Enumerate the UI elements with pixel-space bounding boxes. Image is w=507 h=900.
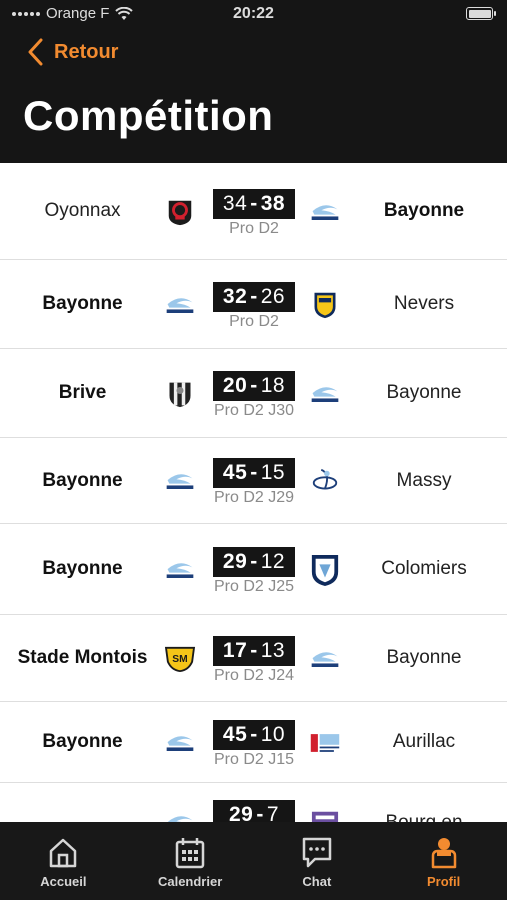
home-team-name: Bayonne [42, 469, 123, 491]
tab-calendrier[interactable]: Calendrier [127, 822, 254, 900]
home-score: 45 [222, 461, 248, 484]
status-bar: Orange F 20:22 [0, 0, 507, 30]
match-list: Oyonnax 34-38 Pro D2 Bayonne Bayonne 32-26 Pro… [0, 163, 507, 863]
status-time: 20:22 [233, 5, 274, 22]
away-team-name: Bayonne [386, 647, 462, 668]
home-team-name: Oyonnax [44, 200, 121, 221]
bayonne-logo-icon [309, 196, 341, 228]
tab-label: Chat [302, 874, 332, 889]
score-separator: - [250, 461, 258, 484]
competition-label: Pro D2 J29 [213, 489, 295, 506]
score-box: 45-15 [213, 458, 295, 488]
competition-label: Pro D2 J30 [213, 402, 295, 419]
home-icon [50, 838, 77, 868]
stade-montois-logo-icon: SM [164, 643, 196, 675]
away-team-name: Aurillac [392, 731, 456, 752]
home-team-name: Stade Montois [17, 647, 148, 668]
home-score: 17 [222, 639, 248, 662]
home-team-name: Bayonne [42, 731, 123, 752]
tab-chat[interactable]: Chat [254, 822, 381, 900]
score-box: 32-26 [213, 282, 295, 312]
score-separator: - [250, 192, 258, 215]
chevron-left-icon [28, 38, 43, 66]
away-team-name: Colomiers [381, 558, 467, 579]
tab-accueil[interactable]: Accueil [0, 822, 127, 900]
score-box: 17-13 [213, 636, 295, 666]
brive-logo-icon [164, 378, 196, 410]
match-row[interactable]: Brive 20-18 Pro D2 J30 Bayonne [0, 349, 507, 438]
home-score: 29 [222, 550, 248, 573]
competition-label: Pro D2 [229, 313, 279, 330]
bayonne-logo-icon [309, 378, 341, 410]
bayonne-logo-icon [309, 643, 341, 675]
away-score: 26 [260, 285, 286, 308]
away-team-name: Bayonne [383, 200, 465, 221]
chat-icon [302, 837, 332, 868]
tab-profil[interactable]: Profil [380, 822, 507, 900]
score-box: 29-12 [213, 547, 295, 577]
away-team-name: Massy [396, 469, 452, 491]
score-box: 20-18 [213, 371, 295, 401]
oyonnax-logo-icon [164, 196, 196, 228]
away-score: 38 [260, 192, 286, 215]
away-score: 13 [260, 639, 286, 662]
back-button[interactable]: Retour [26, 38, 118, 66]
away-team-name: Nevers [393, 293, 455, 314]
back-label: Retour [54, 40, 119, 63]
score-separator: - [250, 550, 258, 573]
page-title: Compétition [23, 92, 274, 139]
tab-label: Accueil [40, 874, 87, 889]
home-team-name: Bayonne [42, 293, 123, 314]
profile-icon [431, 838, 456, 869]
tab-label: Profil [427, 874, 461, 889]
bayonne-logo-icon [164, 554, 196, 586]
header: Orange F 20:22 Retour Compétition [0, 0, 507, 163]
colomiers-logo-icon [309, 554, 341, 586]
tab-label: Calendrier [157, 874, 223, 889]
home-score: 45 [222, 723, 248, 746]
battery-icon [466, 7, 496, 20]
aurillac-logo-icon [309, 727, 341, 759]
calendar-icon [175, 838, 205, 869]
match-row[interactable]: Oyonnax 34-38 Pro D2 Bayonne [0, 163, 507, 260]
competition-label: Pro D2 J25 [213, 578, 295, 595]
bayonne-logo-icon [164, 289, 196, 321]
home-team-name: Brive [58, 382, 107, 403]
tab-bar: Accueil Calendrier Chat Profil [0, 822, 507, 900]
away-team-name: Bayonne [386, 382, 462, 403]
bayonne-logo-icon [164, 727, 196, 759]
home-score: 20 [222, 374, 248, 397]
score-box: 34-38 [213, 189, 295, 219]
away-score: 15 [260, 461, 286, 484]
score-separator: - [250, 639, 258, 662]
svg-text:SM: SM [172, 654, 187, 665]
score-separator: - [250, 374, 258, 397]
score-box: 45-10 [213, 720, 295, 750]
match-row[interactable]: Stade Montois SM 17-13 Pro D2 J24 Bayonne [0, 615, 507, 702]
match-row[interactable]: Bayonne 45-10 Pro D2 J15 Aurillac [0, 702, 507, 783]
match-row[interactable]: Bayonne 29-12 Pro D2 J25 Colomiers [0, 524, 507, 615]
home-team-name: Bayonne [42, 558, 123, 579]
away-score: 10 [260, 723, 286, 746]
competition-label: Pro D2 J15 [213, 751, 295, 768]
home-score: 34 [222, 192, 248, 215]
match-row[interactable]: Bayonne 45-15 Pro D2 J29 Massy [0, 438, 507, 524]
match-row[interactable]: Bayonne 32-26 Pro D2 Nevers [0, 260, 507, 349]
nevers-logo-icon [309, 289, 341, 321]
away-score: 18 [260, 374, 286, 397]
away-score: 12 [260, 550, 286, 573]
competition-label: Pro D2 J24 [213, 667, 295, 684]
score-separator: - [250, 285, 258, 308]
score-separator: - [250, 723, 258, 746]
bayonne-logo-icon [164, 465, 196, 497]
massy-logo-icon [309, 465, 341, 497]
home-score: 32 [222, 285, 248, 308]
competition-label: Pro D2 [229, 220, 279, 237]
